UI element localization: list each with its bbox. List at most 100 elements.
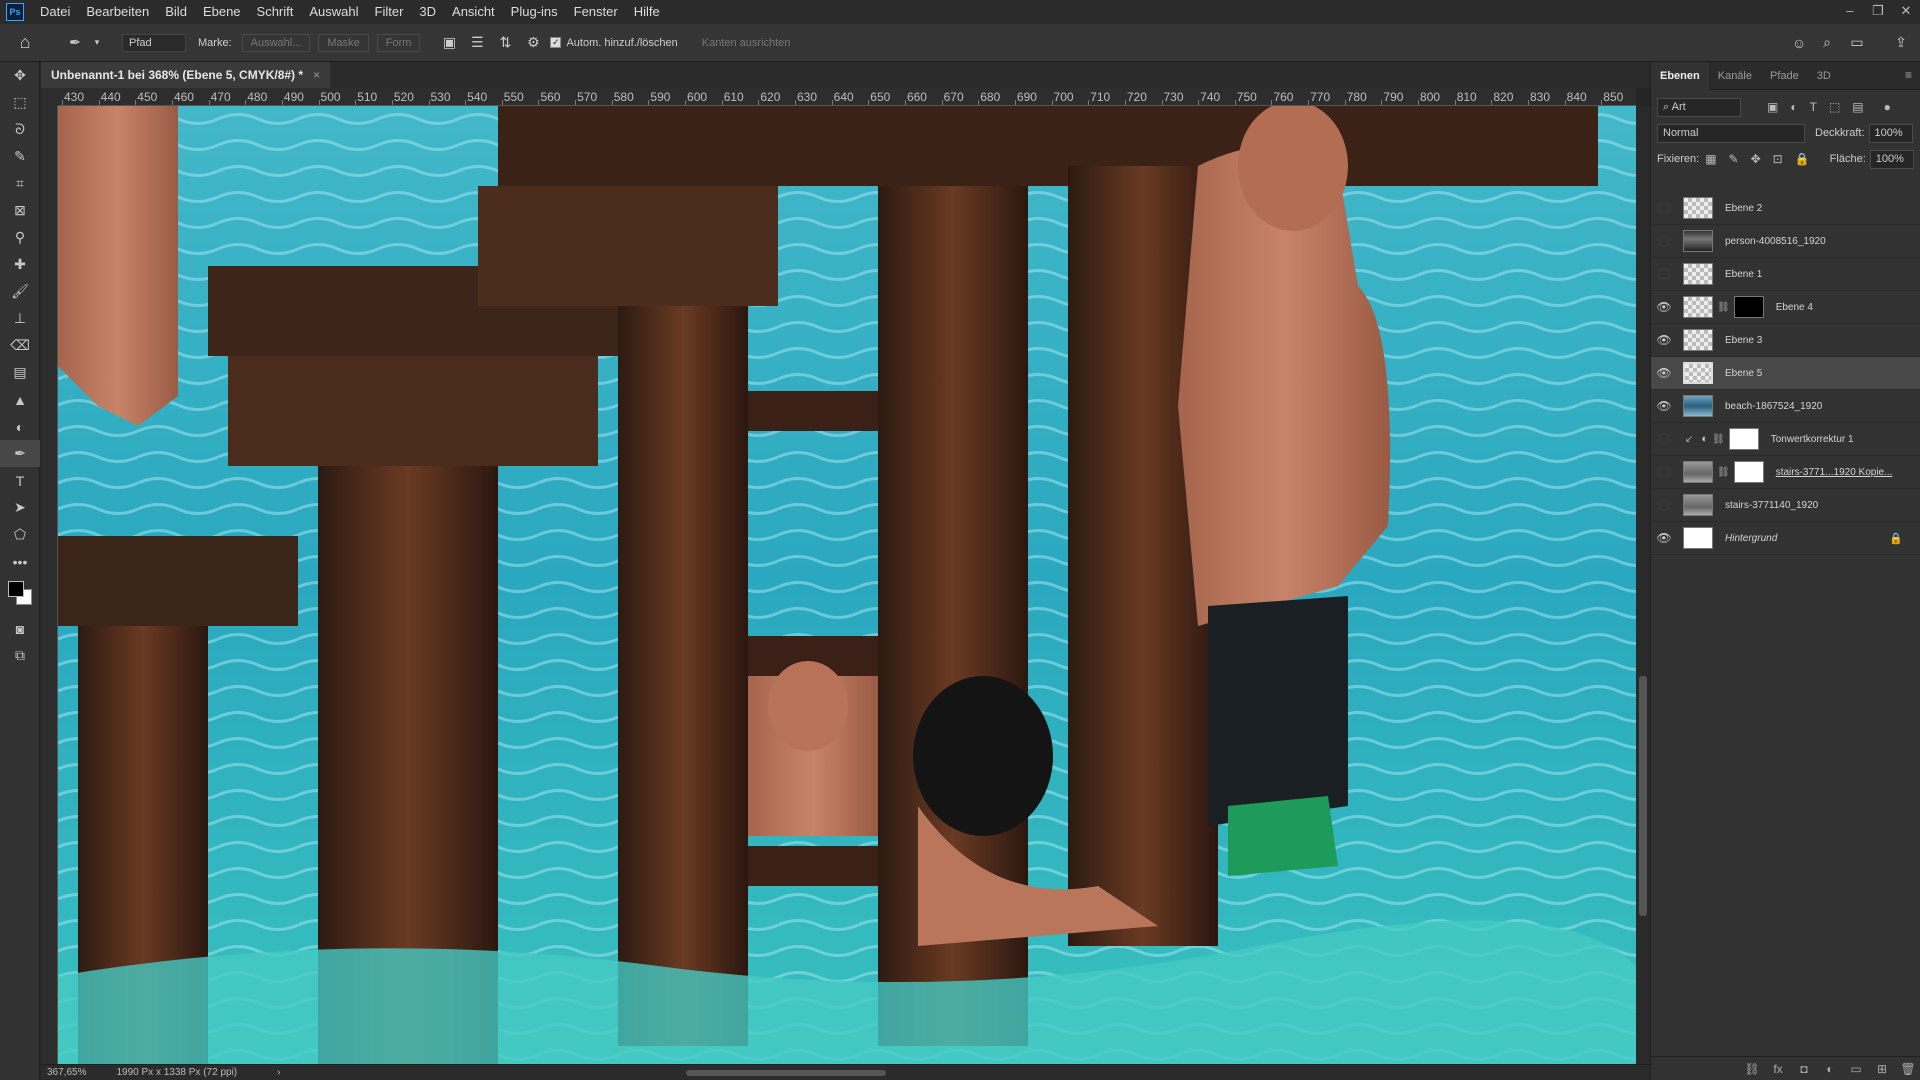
layer-name[interactable]: Tonwertkorrektur 1 (1771, 434, 1854, 445)
tab-3d[interactable]: 3D (1808, 62, 1840, 90)
lock-all-icon[interactable]: 🔒 (1795, 152, 1810, 166)
layer-name[interactable]: Ebene 5 (1725, 368, 1762, 379)
path-selection-tool-icon[interactable]: ➤ (0, 494, 40, 521)
layer-row[interactable]: 👁 Ebene 3 (1651, 324, 1920, 357)
layer-name[interactable]: Ebene 4 (1776, 302, 1813, 313)
blend-mode-select[interactable]: Normal (1657, 123, 1805, 143)
visibility-toggle[interactable] (1659, 500, 1669, 510)
search-icon[interactable]: ⌕ (1816, 32, 1838, 54)
menu-ansicht[interactable]: Ansicht (444, 0, 503, 24)
adjustment-filter-icon[interactable]: ◐ (1790, 100, 1797, 114)
chevron-down-icon[interactable]: ▾ (92, 32, 102, 54)
eye-icon[interactable]: 👁 (1651, 366, 1677, 380)
frame-tool-icon[interactable]: ⊠ (0, 197, 40, 224)
menu-fenster[interactable]: Fenster (566, 0, 626, 24)
layer-row[interactable]: person-4008516_1920 (1651, 225, 1920, 258)
lasso-tool-icon[interactable]: ᘐ (0, 116, 40, 143)
tab-ebenen[interactable]: Ebenen (1651, 61, 1709, 90)
menu-auswahl[interactable]: Auswahl (301, 0, 366, 24)
type-filter-icon[interactable]: T (1810, 100, 1817, 114)
layer-filter-select[interactable]: ⌕ Art (1657, 97, 1741, 117)
layer-row-selected[interactable]: 👁 Ebene 5 (1651, 357, 1920, 390)
path-arrangement-icon[interactable]: ⇅ (494, 32, 516, 54)
path-alignment-icon[interactable]: ☰ (466, 32, 488, 54)
link-layers-icon[interactable]: ⛓ (1739, 1062, 1765, 1076)
layer-name[interactable]: Ebene 2 (1725, 203, 1762, 214)
stamp-tool-icon[interactable]: ⊥ (0, 305, 40, 332)
link-icon[interactable]: ⛓ (1717, 302, 1730, 313)
eye-icon[interactable]: 👁 (1651, 399, 1677, 413)
lock-icon[interactable]: 🔒 (1889, 532, 1903, 545)
quick-selection-tool-icon[interactable]: ✎ (0, 143, 40, 170)
form-button[interactable]: Form (376, 33, 421, 52)
zoom-level[interactable]: 367,65% (47, 1067, 86, 1078)
move-tool-icon[interactable]: ✥ (0, 62, 40, 89)
add-mask-icon[interactable]: ◘ (1791, 1062, 1817, 1076)
layer-row[interactable]: 👁 Hintergrund 🔒 (1651, 522, 1920, 555)
screen-mode-icon[interactable]: ⧉ (0, 642, 40, 669)
fill-input[interactable]: 100% (1869, 149, 1914, 169)
close-tab-icon[interactable]: × (313, 62, 320, 88)
tool-mode-select[interactable]: Pfad (122, 33, 186, 52)
fx-icon[interactable]: fx (1765, 1062, 1791, 1076)
align-edges-label[interactable]: Kanten ausrichten (702, 37, 791, 49)
shape-filter-icon[interactable]: ⬚ (1829, 100, 1840, 114)
visibility-toggle[interactable] (1659, 467, 1669, 477)
adjustment-layer-icon[interactable]: ◐ (1817, 1062, 1843, 1076)
eyedropper-tool-icon[interactable]: ⚲ (0, 224, 40, 251)
layer-mask-thumbnail[interactable] (1728, 428, 1759, 450)
crop-tool-icon[interactable]: ⌗ (0, 170, 40, 197)
share-icon[interactable]: ⇪ (1890, 32, 1912, 54)
link-icon[interactable]: ⛓ (1717, 467, 1730, 478)
status-menu-arrow[interactable]: › (277, 1067, 280, 1078)
layer-name[interactable]: person-4008516_1920 (1725, 236, 1826, 247)
panel-menu-icon[interactable]: ≡ (1905, 68, 1912, 82)
layer-mask-thumbnail[interactable] (1733, 461, 1764, 483)
opacity-input[interactable]: 100% (1868, 123, 1913, 143)
visibility-toggle[interactable] (1659, 236, 1669, 246)
shape-tool-icon[interactable]: ⬠ (0, 521, 40, 548)
menu-ebene[interactable]: Ebene (195, 0, 249, 24)
gradient-tool-icon[interactable]: ▤ (0, 359, 40, 386)
dodge-tool-icon[interactable]: ◐ (0, 413, 40, 440)
menu-bearbeiten[interactable]: Bearbeiten (78, 0, 157, 24)
document-tab[interactable]: Unbenannt-1 bei 368% (Ebene 5, CMYK/8#) … (41, 62, 331, 88)
eye-icon[interactable]: 👁 (1651, 333, 1677, 347)
smart-object-filter-icon[interactable]: ▤ (1852, 100, 1863, 114)
pixel-filter-icon[interactable]: ▣ (1767, 100, 1778, 114)
layer-row[interactable]: ↙ ◐ ⛓ Tonwertkorrektur 1 (1651, 423, 1920, 456)
menu-bild[interactable]: Bild (157, 0, 195, 24)
new-group-icon[interactable]: ▭ (1843, 1062, 1869, 1076)
image-canvas[interactable] (58, 106, 1636, 1064)
marquee-tool-icon[interactable]: ⬚ (0, 89, 40, 116)
close-icon[interactable]: ✕ (1892, 0, 1920, 24)
menu-3d[interactable]: 3D (411, 0, 444, 24)
vertical-scroll-thumb[interactable] (1639, 676, 1647, 916)
more-tools-icon[interactable]: ••• (0, 548, 40, 575)
layer-name[interactable]: beach-1867524_1920 (1725, 401, 1822, 412)
restore-icon[interactable]: ❐ (1864, 0, 1892, 24)
blur-tool-icon[interactable]: ▲ (0, 386, 40, 413)
layer-row[interactable]: Ebene 1 (1651, 258, 1920, 291)
lock-position-icon[interactable]: ✥ (1751, 152, 1761, 166)
layer-row[interactable]: 👁 ⛓ Ebene 4 (1651, 291, 1920, 324)
filter-toggle-icon[interactable]: ● (1884, 100, 1891, 114)
user-icon[interactable]: ☺ (1788, 32, 1810, 54)
visibility-toggle[interactable] (1659, 203, 1669, 213)
healing-brush-tool-icon[interactable]: ✚ (0, 251, 40, 278)
layer-name[interactable]: stairs-3771140_1920 (1725, 500, 1818, 511)
pen-tool-icon[interactable]: ✒ (64, 32, 86, 54)
layer-name[interactable]: Ebene 1 (1725, 269, 1762, 280)
visibility-toggle[interactable] (1659, 269, 1669, 279)
gear-icon[interactable]: ⚙ (522, 32, 544, 54)
pen-tool-icon[interactable]: ✒ (0, 440, 40, 467)
eye-icon[interactable]: 👁 (1651, 531, 1677, 545)
link-icon[interactable]: ⛓ (1712, 434, 1725, 445)
foreground-color-swatch[interactable] (8, 581, 24, 597)
eye-icon[interactable]: 👁 (1651, 300, 1677, 314)
minimize-icon[interactable]: – (1836, 0, 1864, 24)
auswahl-button[interactable]: Auswahl... (241, 33, 311, 52)
quick-mask-icon[interactable]: ◙ (0, 615, 40, 642)
home-icon[interactable]: ⌂ (14, 32, 36, 54)
color-swatches[interactable] (0, 575, 39, 615)
